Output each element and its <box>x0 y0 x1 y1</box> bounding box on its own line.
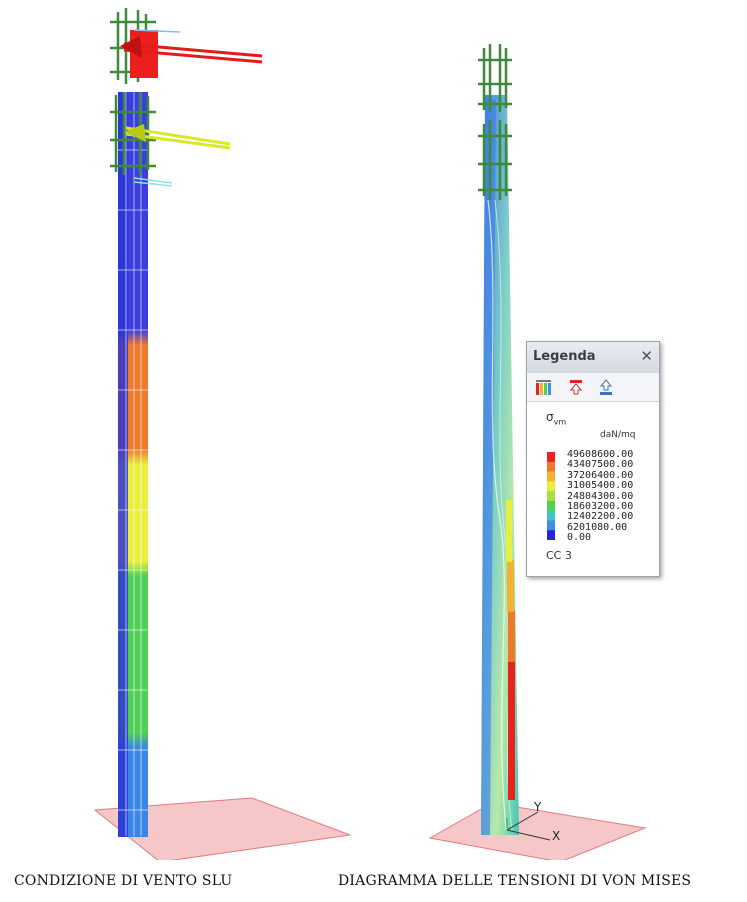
right-peak-stress-strip <box>508 660 515 800</box>
left-model <box>93 8 351 860</box>
legend-tick-label: 43407500.00 <box>567 459 634 471</box>
legend-tick-label: 31005400.00 <box>567 480 634 492</box>
legend-color-swatch <box>547 510 555 521</box>
download-blue-icon[interactable] <box>595 376 617 398</box>
legend-tick-label: 0.00 <box>567 532 592 544</box>
legend-color-swatch <box>547 520 555 531</box>
axis-x-label: X <box>552 829 561 843</box>
upload-red-icon[interactable] <box>565 376 587 398</box>
legend-color-swatch <box>547 452 555 463</box>
close-icon[interactable]: ✕ <box>640 347 653 365</box>
palette-icon[interactable] <box>533 376 555 398</box>
legend-tick-label: 12402200.00 <box>567 511 634 523</box>
legend-color-swatch <box>547 530 555 540</box>
legend-color-swatch <box>547 471 555 482</box>
legend-symbol: σvm <box>546 410 567 427</box>
legend-color-swatch <box>547 481 555 492</box>
left-caption: CONDIZIONE DI VENTO SLU <box>14 873 233 889</box>
legend-toolbar <box>527 373 659 402</box>
right-caption: DIAGRAMMA DELLE TENSIONI DI VON MISES <box>338 873 692 889</box>
axis-y-label: Y <box>534 800 542 814</box>
legend-unit: daN/mq <box>600 430 636 440</box>
legend-color-swatch <box>547 491 555 502</box>
legend-window[interactable]: Legenda ✕ σvm daN/mq 49608600.00 43407500… <box>526 341 660 577</box>
legend-title: Legenda <box>533 349 596 364</box>
legend-color-swatch <box>547 500 555 511</box>
load-combination-label: CC 3 <box>546 549 572 562</box>
legend-title-bar[interactable]: Legenda ✕ <box>527 342 659 374</box>
legend-color-scale <box>547 452 555 540</box>
legend-color-swatch <box>547 461 555 472</box>
